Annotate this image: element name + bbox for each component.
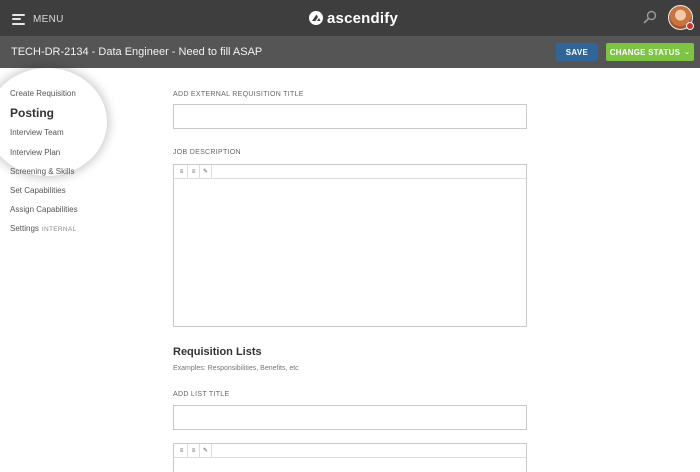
list-items-editor: ≡ ≡ ✎ [173,443,527,472]
job-description-editor: ≡ ≡ ✎ [173,164,527,327]
user-avatar[interactable] [668,5,694,30]
list-title-input[interactable] [173,405,527,430]
settings-label: Settings [10,224,39,233]
editor-toolbar: ≡ ≡ ✎ [174,165,526,179]
notification-dot [686,22,694,30]
ascendify-logo[interactable]: ascendify [309,8,398,28]
top-navigation-bar: MENU ascendify [0,0,700,36]
sidebar-item-settings[interactable]: Settings INTERNAL [10,224,76,233]
job-description-textarea[interactable] [174,179,526,326]
job-description-label: JOB DESCRIPTION [173,149,241,156]
list-editor-toolbar: ≡ ≡ ✎ [174,444,526,458]
sidebar-item-assign-capabilities[interactable]: Assign Capabilities [10,205,78,214]
sidebar-item-create-requisition[interactable]: Create Requisition [10,89,76,98]
menu-label: MENU [33,13,64,25]
hamburger-icon [12,13,25,25]
sidebar-item-interview-team[interactable]: Interview Team [10,128,64,137]
list-items-textarea[interactable] [174,458,526,472]
internal-tag: INTERNAL [41,226,77,233]
change-status-button[interactable]: CHANGE STATUS ⌄ [606,43,694,61]
link-icon[interactable]: ✎ [200,444,212,457]
numbered-list-icon[interactable]: ≡ [188,444,200,457]
sidebar-item-posting[interactable]: Posting [10,106,54,120]
logo-text: ascendify [327,9,398,27]
sidebar-item-interview-plan[interactable]: Interview Plan [10,148,60,157]
requisition-lists-heading: Requisition Lists [173,346,262,358]
search-icon[interactable] [642,9,658,25]
chevron-down-icon: ⌄ [684,49,691,56]
highlight-circle [0,68,107,176]
bullet-list-icon[interactable]: ≡ [176,165,188,178]
list-title-label: ADD LIST TITLE [173,391,230,398]
requisition-lists-hint: Examples: Responsibilities, Benefits, et… [173,365,299,372]
sidebar-item-set-capabilities[interactable]: Set Capabilities [10,186,66,195]
external-title-input[interactable] [173,104,527,129]
external-title-label: ADD EXTERNAL REQUISITION TITLE [173,91,304,98]
change-status-label: CHANGE STATUS [609,47,681,57]
requisition-title: TECH-DR-2134 - Data Engineer - Need to f… [11,46,263,58]
menu-button[interactable]: MENU [12,9,64,29]
numbered-list-icon[interactable]: ≡ [188,165,200,178]
link-icon[interactable]: ✎ [200,165,212,178]
bullet-list-icon[interactable]: ≡ [176,444,188,457]
ascendify-logo-icon [309,11,323,25]
save-button[interactable]: SAVE [556,43,598,61]
sidebar-item-screening-skills[interactable]: Screening & Skills [10,167,74,176]
